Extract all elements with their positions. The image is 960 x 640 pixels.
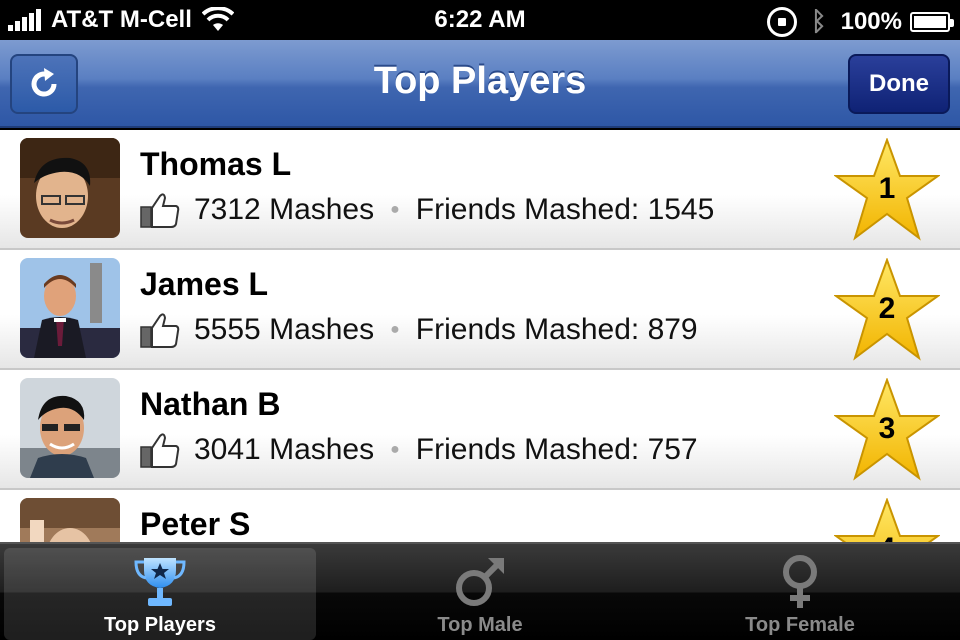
avatar (20, 138, 120, 238)
nav-bar: Top Players Done (0, 40, 960, 128)
player-stats: 5555 Mashes ● Friends Mashed: 879 (140, 312, 698, 348)
tab-label: Top Male (437, 614, 523, 636)
player-row[interactable]: Peter S 4 (0, 490, 960, 542)
tab-top-male[interactable]: Top Male (324, 548, 636, 640)
battery-percent: 100% (840, 7, 902, 35)
tab-bar: Top Players Top Male Top Female (0, 542, 960, 640)
tab-top-female[interactable]: Top Female (644, 548, 956, 640)
rank-number: 2 (878, 292, 896, 325)
battery-icon (910, 11, 954, 32)
status-bar: AT&T M-Cell 6:22 AM ᛒ 100% (0, 0, 960, 40)
player-name: Thomas L (140, 146, 292, 182)
player-list[interactable]: Thomas L 7312 Mashes ● Friends Mashed: 1… (0, 130, 960, 542)
avatar (20, 378, 120, 478)
rank-star-icon: 3 (832, 377, 942, 482)
avatar (20, 258, 120, 358)
player-name: Nathan B (140, 386, 281, 422)
player-stats: 3041 Mashes ● Friends Mashed: 757 (140, 432, 698, 468)
female-symbol-icon (783, 555, 817, 608)
mash-count: 5555 Mashes (194, 313, 375, 346)
player-stats: 7312 Mashes ● Friends Mashed: 1545 (140, 192, 714, 228)
tab-label: Top Female (745, 614, 855, 636)
page-title: Top Players (373, 60, 587, 102)
thumbs-up-icon (140, 313, 180, 348)
rank-star-icon: 4 (832, 497, 942, 542)
player-row[interactable]: James L 5555 Mashes ● Friends Mashed: 87… (0, 250, 960, 370)
tab-label: Top Players (104, 614, 216, 636)
rank-star-icon: 1 (832, 137, 942, 242)
rank-number: 3 (878, 412, 896, 445)
rank-number: 4 (834, 532, 940, 542)
done-button[interactable]: Done (848, 54, 950, 114)
mash-count: 7312 Mashes (194, 193, 375, 226)
friends-mashed: Friends Mashed: 1545 (415, 193, 715, 226)
thumbs-up-icon (140, 193, 180, 228)
male-symbol-icon (456, 558, 504, 606)
separator-dot: ● (390, 441, 400, 458)
rank-star-icon: 2 (832, 257, 942, 362)
player-row[interactable]: Thomas L 7312 Mashes ● Friends Mashed: 1… (0, 130, 960, 250)
mash-count: 3041 Mashes (194, 433, 375, 466)
trophy-icon (134, 558, 186, 606)
friends-mashed: Friends Mashed: 757 (415, 433, 698, 466)
player-name: Peter S (140, 506, 251, 542)
player-name: James L (140, 266, 269, 302)
rank-number: 1 (878, 172, 896, 205)
bluetooth-icon: ᛒ (811, 6, 827, 36)
avatar (20, 498, 120, 542)
separator-dot: ● (390, 321, 400, 338)
thumbs-up-icon (140, 433, 180, 468)
friends-mashed: Friends Mashed: 879 (415, 313, 698, 346)
separator-dot: ● (390, 201, 400, 218)
status-right: ᛒ 100% (767, 6, 954, 37)
rotation-lock-icon (767, 6, 797, 37)
tab-top-players[interactable]: Top Players (4, 548, 316, 640)
player-row[interactable]: Nathan B 3041 Mashes ● Friends Mashed: 7… (0, 370, 960, 490)
